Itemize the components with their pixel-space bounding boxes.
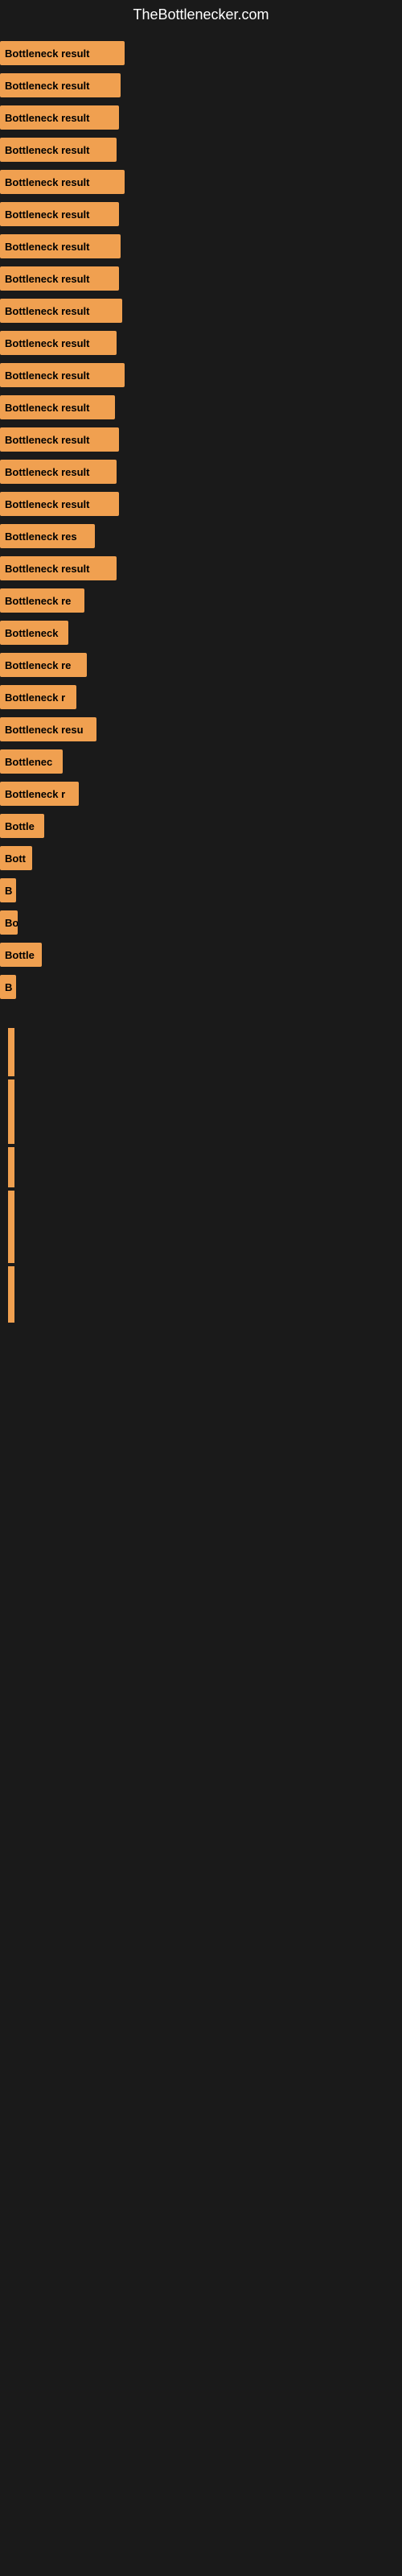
bar-row: Bottleneck result xyxy=(0,134,402,165)
result-bar: Bottleneck result xyxy=(0,427,119,452)
bar-row: Bottleneck result xyxy=(0,102,402,133)
bars-container: Bottleneck result Bottleneck result Bottle… xyxy=(0,30,402,1012)
vertical-bar xyxy=(8,1028,14,1076)
result-bar: Bottleneck result xyxy=(0,234,121,258)
bar-row: Bottleneck result xyxy=(0,231,402,262)
result-bar: Bottleneck res xyxy=(0,524,95,548)
result-bar: Bottleneck xyxy=(0,621,68,645)
bar-label: Bottleneck resu xyxy=(5,724,84,736)
bar-label: Bottleneck result xyxy=(5,112,89,124)
bar-label: Bott xyxy=(5,852,26,865)
result-bar: Bottleneck result xyxy=(0,266,119,291)
bar-row: B xyxy=(0,972,402,1002)
result-bar: Bottleneck r xyxy=(0,782,79,806)
result-bar: Bottleneck result xyxy=(0,556,117,580)
bar-label: Bottleneck r xyxy=(5,788,65,800)
bar-row: Bottleneck result xyxy=(0,167,402,197)
bar-label: Bottleneck result xyxy=(5,273,89,285)
bar-label: Bottleneck result xyxy=(5,176,89,188)
result-bar: Bottleneck result xyxy=(0,202,119,226)
bar-label: Bottleneck result xyxy=(5,208,89,221)
result-bar: B xyxy=(0,878,16,902)
bar-label: Bottleneck result xyxy=(5,80,89,92)
result-bar: B xyxy=(0,975,16,999)
bar-row: Bottleneck result xyxy=(0,328,402,358)
bar-row: Bott xyxy=(0,843,402,873)
bar-label: Bottlenec xyxy=(5,756,52,768)
bar-row: Bo xyxy=(0,907,402,938)
result-bar: Bottleneck result xyxy=(0,492,119,516)
bar-row: Bottle xyxy=(0,939,402,970)
result-bar: Bo xyxy=(0,910,18,935)
bar-label: Bottleneck result xyxy=(5,402,89,414)
bar-row: Bottleneck r xyxy=(0,682,402,712)
bar-row: Bottleneck result xyxy=(0,360,402,390)
bar-row: Bottleneck res xyxy=(0,521,402,551)
bar-row: Bottleneck result xyxy=(0,38,402,68)
bar-row: B xyxy=(0,875,402,906)
result-bar: Bottlenec xyxy=(0,749,63,774)
bar-label: Bottleneck xyxy=(5,627,58,639)
bar-row: Bottle xyxy=(0,811,402,841)
bar-label: Bottleneck result xyxy=(5,47,89,60)
result-bar: Bottleneck result xyxy=(0,460,117,484)
bar-row: Bottleneck result xyxy=(0,70,402,101)
bar-label: Bottleneck result xyxy=(5,434,89,446)
result-bar: Bottleneck result xyxy=(0,105,119,130)
site-title: TheBottlenecker.com xyxy=(0,0,402,30)
result-bar: Bottleneck re xyxy=(0,588,84,613)
bar-row: Bottleneck result xyxy=(0,263,402,294)
bar-label: Bottle xyxy=(5,820,35,832)
result-bar: Bott xyxy=(0,846,32,870)
bar-label: Bottleneck result xyxy=(5,241,89,253)
bar-row: Bottleneck result xyxy=(0,456,402,487)
bar-row: Bottleneck resu xyxy=(0,714,402,745)
bar-label: Bottleneck res xyxy=(5,530,77,543)
result-bar: Bottleneck result xyxy=(0,41,125,65)
result-bar: Bottle xyxy=(0,814,44,838)
bar-label: Bottleneck result xyxy=(5,305,89,317)
bar-row: Bottleneck r xyxy=(0,778,402,809)
bar-label: B xyxy=(5,981,12,993)
bar-row: Bottleneck result xyxy=(0,553,402,584)
bar-row: Bottleneck re xyxy=(0,650,402,680)
bar-label: Bottleneck result xyxy=(5,369,89,382)
bar-label: Bo xyxy=(5,917,18,929)
bar-label: Bottleneck result xyxy=(5,498,89,510)
result-bar: Bottleneck result xyxy=(0,331,117,355)
bar-row: Bottleneck result xyxy=(0,295,402,326)
vertical-bar xyxy=(8,1191,14,1263)
bar-label: Bottleneck re xyxy=(5,659,71,671)
bar-label: Bottleneck re xyxy=(5,595,71,607)
bar-row: Bottleneck result xyxy=(0,392,402,423)
result-bar: Bottleneck result xyxy=(0,299,122,323)
result-bar: Bottleneck resu xyxy=(0,717,96,741)
result-bar: Bottleneck re xyxy=(0,653,87,677)
bar-label: Bottle xyxy=(5,949,35,961)
bar-row: Bottleneck result xyxy=(0,199,402,229)
bar-label: B xyxy=(5,885,12,897)
bar-label: Bottleneck r xyxy=(5,691,65,704)
vertical-bar xyxy=(8,1266,14,1323)
bar-row: Bottleneck result xyxy=(0,424,402,455)
result-bar: Bottleneck result xyxy=(0,138,117,162)
bar-row: Bottleneck xyxy=(0,617,402,648)
result-bar: Bottleneck result xyxy=(0,170,125,194)
vertical-bar xyxy=(8,1147,14,1187)
result-bar: Bottleneck result xyxy=(0,395,115,419)
vertical-bar-section xyxy=(0,1028,402,1326)
bar-row: Bottlenec xyxy=(0,746,402,777)
bar-label: Bottleneck result xyxy=(5,337,89,349)
result-bar: Bottleneck result xyxy=(0,73,121,97)
bar-row: Bottleneck result xyxy=(0,489,402,519)
result-bar: Bottleneck result xyxy=(0,363,125,387)
bar-label: Bottleneck result xyxy=(5,144,89,156)
vertical-bar xyxy=(8,1080,14,1144)
result-bar: Bottleneck r xyxy=(0,685,76,709)
bar-label: Bottleneck result xyxy=(5,466,89,478)
bar-row: Bottleneck re xyxy=(0,585,402,616)
bar-label: Bottleneck result xyxy=(5,563,89,575)
result-bar: Bottle xyxy=(0,943,42,967)
